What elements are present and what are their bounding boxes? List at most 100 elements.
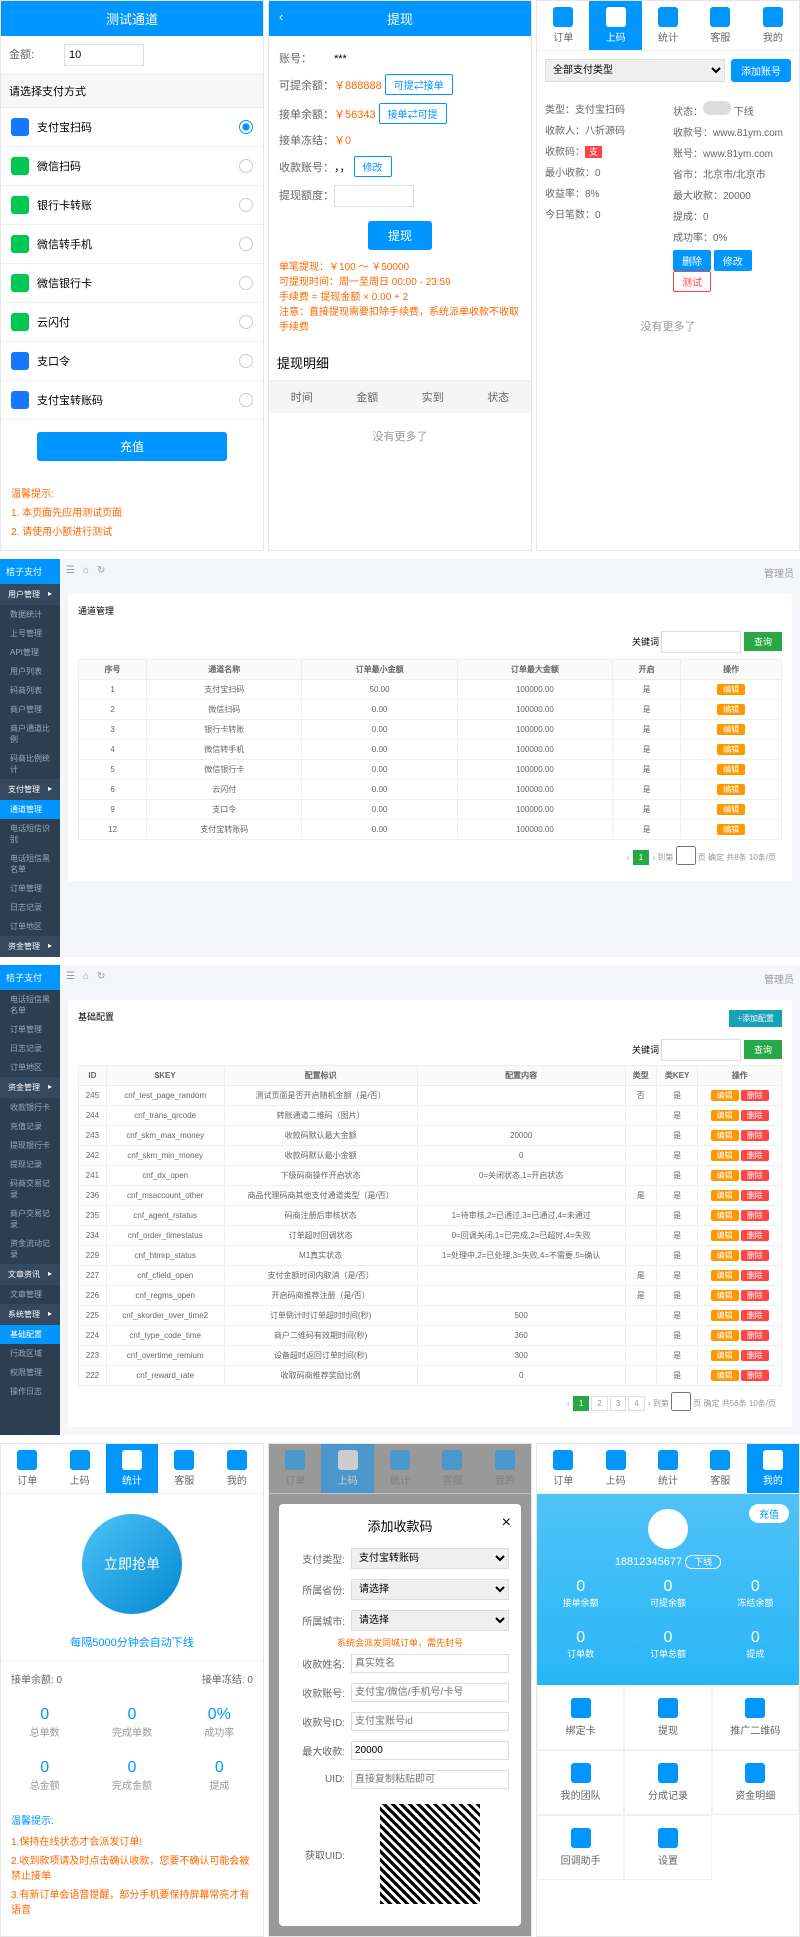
menu-group[interactable]: 系统管理 (0, 1304, 60, 1325)
menu-group[interactable]: 用户管理 (0, 584, 60, 605)
delete-button[interactable]: 删除 (741, 1330, 769, 1341)
menu-item[interactable]: 提现 (624, 1685, 711, 1750)
edit-button[interactable]: 编辑 (711, 1210, 739, 1221)
menu-group[interactable]: 资金管理 (0, 936, 60, 957)
city-select[interactable]: 请选择 (351, 1610, 509, 1631)
delete-button[interactable]: 删除 (741, 1310, 769, 1321)
paytype-select[interactable]: 支付宝转账码 (351, 1548, 509, 1569)
menu-item[interactable]: 基础配置 (0, 1325, 60, 1344)
nav-stats[interactable]: 统计 (642, 1444, 694, 1493)
pay-method-item[interactable]: 支付宝扫码 (1, 108, 263, 147)
edit-button[interactable]: 编辑 (711, 1270, 739, 1281)
edit-button[interactable]: 编辑 (711, 1190, 739, 1201)
delete-button[interactable]: 删除 (741, 1370, 769, 1381)
edit-button[interactable]: 编辑 (711, 1370, 739, 1381)
menu-item[interactable]: 商户通道比例 (0, 719, 60, 749)
nav-mine[interactable]: 我的 (211, 1444, 263, 1493)
maxrecv-input[interactable] (351, 1741, 509, 1760)
menu-item[interactable]: 商户管理 (0, 700, 60, 719)
nav-orders[interactable]: 订单 (537, 1444, 589, 1493)
page-button[interactable]: 1 (633, 850, 649, 865)
menu-item[interactable]: 操作日志 (0, 1382, 60, 1401)
menu-item[interactable]: 权限管理 (0, 1363, 60, 1382)
nav-orders[interactable]: 订单 (1, 1444, 53, 1493)
menu-item[interactable]: 上号管理 (0, 624, 60, 643)
nav-stats[interactable]: 统计 (106, 1444, 158, 1493)
pay-method-item[interactable]: 微信转手机 (1, 225, 263, 264)
refresh-icon[interactable]: ↻ (97, 565, 105, 580)
menu-item[interactable]: 码商交易记录 (0, 1174, 60, 1204)
close-icon[interactable]: × (502, 1514, 511, 1532)
menu-item[interactable]: API管理 (0, 643, 60, 662)
menu-group[interactable]: 文章资讯 (0, 1264, 60, 1285)
nav-orders[interactable]: 订单 (537, 1, 589, 50)
modify-button[interactable]: 修改 (354, 156, 392, 177)
menu-item[interactable]: 设置 (624, 1815, 711, 1880)
edit-button[interactable]: 编辑 (717, 784, 745, 795)
nav-codes[interactable]: 上码 (53, 1444, 105, 1493)
edit-button[interactable]: 编辑 (717, 704, 745, 715)
menu-item[interactable]: 我的团队 (537, 1750, 624, 1815)
edit-button[interactable]: 编辑 (711, 1090, 739, 1101)
menu-item[interactable]: 码商比例统计 (0, 749, 60, 779)
keyword-input[interactable] (661, 1039, 741, 1061)
menu-toggle-icon[interactable]: ☰ (66, 565, 75, 580)
menu-item[interactable]: 电话短信黑名单 (0, 849, 60, 879)
nav-support[interactable]: 客服 (158, 1444, 210, 1493)
nav-codes[interactable]: 上码 (589, 1, 641, 50)
edit-button[interactable]: 编辑 (717, 724, 745, 735)
menu-group[interactable]: 支付管理 (0, 779, 60, 800)
swap-button[interactable]: 可提⇄接单 (385, 74, 453, 95)
edit-button[interactable]: 编辑 (711, 1250, 739, 1261)
delete-button[interactable]: 删除 (741, 1290, 769, 1301)
name-input[interactable] (351, 1654, 509, 1673)
menu-item[interactable]: 分成记录 (624, 1750, 711, 1815)
edit-button[interactable]: 编辑 (711, 1350, 739, 1361)
nav-support[interactable]: 客服 (694, 1444, 746, 1493)
edit-button[interactable]: 编辑 (717, 764, 745, 775)
test-button[interactable]: 测试 (673, 271, 711, 292)
delete-button[interactable]: 删除 (741, 1210, 769, 1221)
menu-item[interactable]: 充值记录 (0, 1117, 60, 1136)
menu-item[interactable]: 资金明细 (712, 1750, 799, 1815)
menu-item[interactable]: 订单地区 (0, 1058, 60, 1077)
menu-item[interactable]: 文章管理 (0, 1285, 60, 1304)
edit-button[interactable]: 编辑 (711, 1330, 739, 1341)
menu-item[interactable]: 商户交易记录 (0, 1204, 60, 1234)
toggle-icon[interactable] (703, 101, 731, 115)
search-button[interactable]: 查询 (744, 632, 782, 651)
pay-method-item[interactable]: 支口令 (1, 342, 263, 381)
back-icon[interactable]: ‹ (279, 9, 283, 24)
delete-button[interactable]: 删除 (741, 1170, 769, 1181)
home-icon[interactable]: ⌂ (83, 971, 89, 986)
menu-item[interactable]: 推广二维码 (712, 1685, 799, 1750)
edit-button[interactable]: 编辑 (711, 1230, 739, 1241)
nav-stats[interactable]: 统计 (642, 1, 694, 50)
paytype-select[interactable]: 全部支付类型 (545, 59, 725, 82)
edit-button[interactable]: 编辑 (711, 1130, 739, 1141)
menu-item[interactable]: 日志记录 (0, 898, 60, 917)
swap-button[interactable]: 接单⇄可提 (379, 103, 447, 124)
menu-item[interactable]: 订单管理 (0, 879, 60, 898)
menu-item[interactable]: 电话短信黑名单 (0, 990, 60, 1020)
add-account-button[interactable]: 添加账号 (731, 59, 791, 82)
nav-mine[interactable]: 我的 (747, 1444, 799, 1493)
admin-label[interactable]: 管理员 (764, 565, 794, 580)
edit-button[interactable]: 编辑 (711, 1170, 739, 1181)
delete-button[interactable]: 删除 (741, 1250, 769, 1261)
menu-item[interactable]: 电话短信识别 (0, 819, 60, 849)
edit-button[interactable]: 编辑 (717, 684, 745, 695)
edit-button[interactable]: 编辑 (711, 1290, 739, 1301)
add-config-button[interactable]: +添加配置 (729, 1010, 782, 1027)
withdraw-button[interactable]: 提现 (368, 221, 432, 250)
edit-button[interactable]: 编辑 (711, 1150, 739, 1161)
menu-item[interactable]: 提现银行卡 (0, 1136, 60, 1155)
delete-button[interactable]: 删除 (741, 1150, 769, 1161)
nav-codes[interactable]: 上码 (589, 1444, 641, 1493)
delete-button[interactable]: 删除 (741, 1130, 769, 1141)
uid-input[interactable] (351, 1770, 509, 1789)
menu-item[interactable]: 资金流动记录 (0, 1234, 60, 1264)
menu-item[interactable]: 收款银行卡 (0, 1098, 60, 1117)
pay-method-item[interactable]: 银行卡转账 (1, 186, 263, 225)
menu-item[interactable]: 通道管理 (0, 800, 60, 819)
